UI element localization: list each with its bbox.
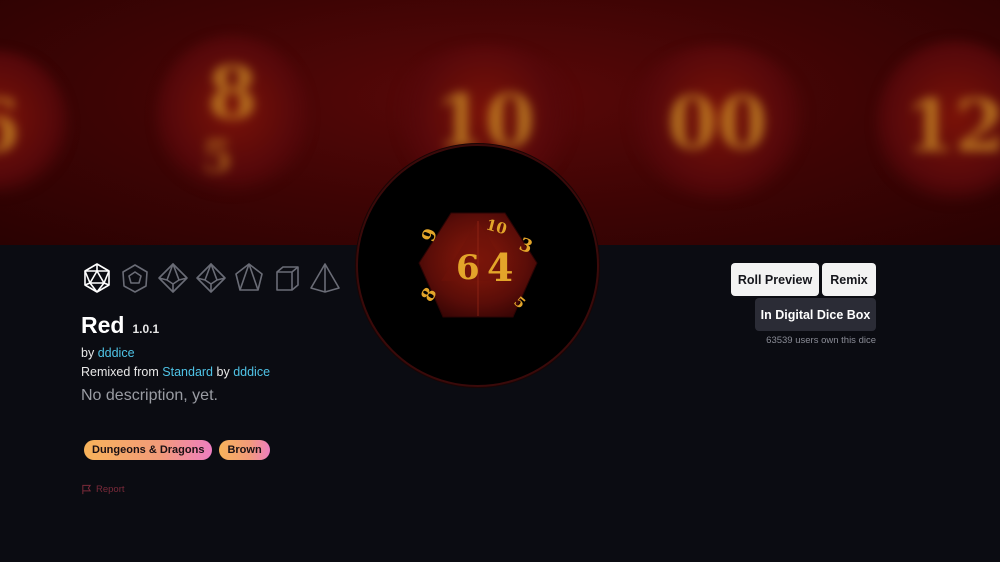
d12-icon[interactable] (119, 260, 151, 296)
banner-die-number: 6 (0, 83, 20, 168)
banner-die-number: 5 (202, 132, 233, 183)
banner-die: 00 (625, 45, 810, 200)
remixed-prefix: Remixed from (81, 365, 159, 379)
banner-die: 6 (0, 50, 70, 200)
d6-icon[interactable] (271, 260, 303, 296)
dice-preview[interactable]: 6 4 10 9 3 8 5 (356, 144, 599, 387)
author-line: by dddice (81, 346, 135, 360)
d8-icon[interactable] (233, 260, 265, 296)
remix-source-link[interactable]: Standard (162, 365, 213, 379)
tag-dungeons-and-dragons[interactable]: Dungeons & Dragons (84, 440, 213, 460)
remix-line: Remixed from Standard by dddice (81, 365, 270, 379)
dice-description: No description, yet. (81, 387, 218, 404)
d4-icon[interactable] (309, 260, 341, 296)
die-face-number: 9 (417, 225, 441, 244)
report-label: Report (96, 484, 125, 495)
banner-die-number: 12 (904, 82, 1000, 168)
remixed-by-prefix: by (216, 365, 230, 379)
dice-title-row: Red 1.0.1 (81, 312, 159, 339)
roll-preview-button[interactable]: Roll Preview (731, 263, 819, 296)
tag-list: Dungeons & Dragons Brown (84, 440, 270, 460)
author-link[interactable]: dddice (98, 346, 135, 360)
d20-render: 6 4 10 9 3 8 5 (417, 212, 538, 317)
by-prefix: by (81, 346, 95, 360)
banner-die-number: 8 (207, 50, 258, 135)
remix-button[interactable]: Remix (822, 263, 876, 296)
d100-icon[interactable] (195, 260, 227, 296)
report-link[interactable]: Report (81, 484, 125, 495)
remix-author-link[interactable]: dddice (233, 365, 270, 379)
banner-die-number: 00 (667, 80, 768, 165)
d10-icon[interactable] (157, 260, 189, 296)
digital-dice-box-button[interactable]: In Digital Dice Box (755, 298, 876, 331)
tag-brown[interactable]: Brown (219, 440, 270, 460)
die-type-selector (81, 260, 341, 296)
owners-count: 63539 users own this dice (766, 335, 876, 346)
dice-version: 1.0.1 (132, 322, 160, 336)
flag-icon (82, 484, 92, 495)
dice-detail-page: 6 8 5 10 00 12 (0, 0, 1000, 562)
die-face-number: 6 (456, 248, 480, 288)
dice-name: Red (81, 312, 125, 338)
banner-die: 12 (875, 40, 1000, 210)
die-face-number: 4 (487, 245, 513, 290)
banner-die: 8 5 (155, 35, 310, 200)
d20-icon[interactable] (81, 260, 113, 296)
